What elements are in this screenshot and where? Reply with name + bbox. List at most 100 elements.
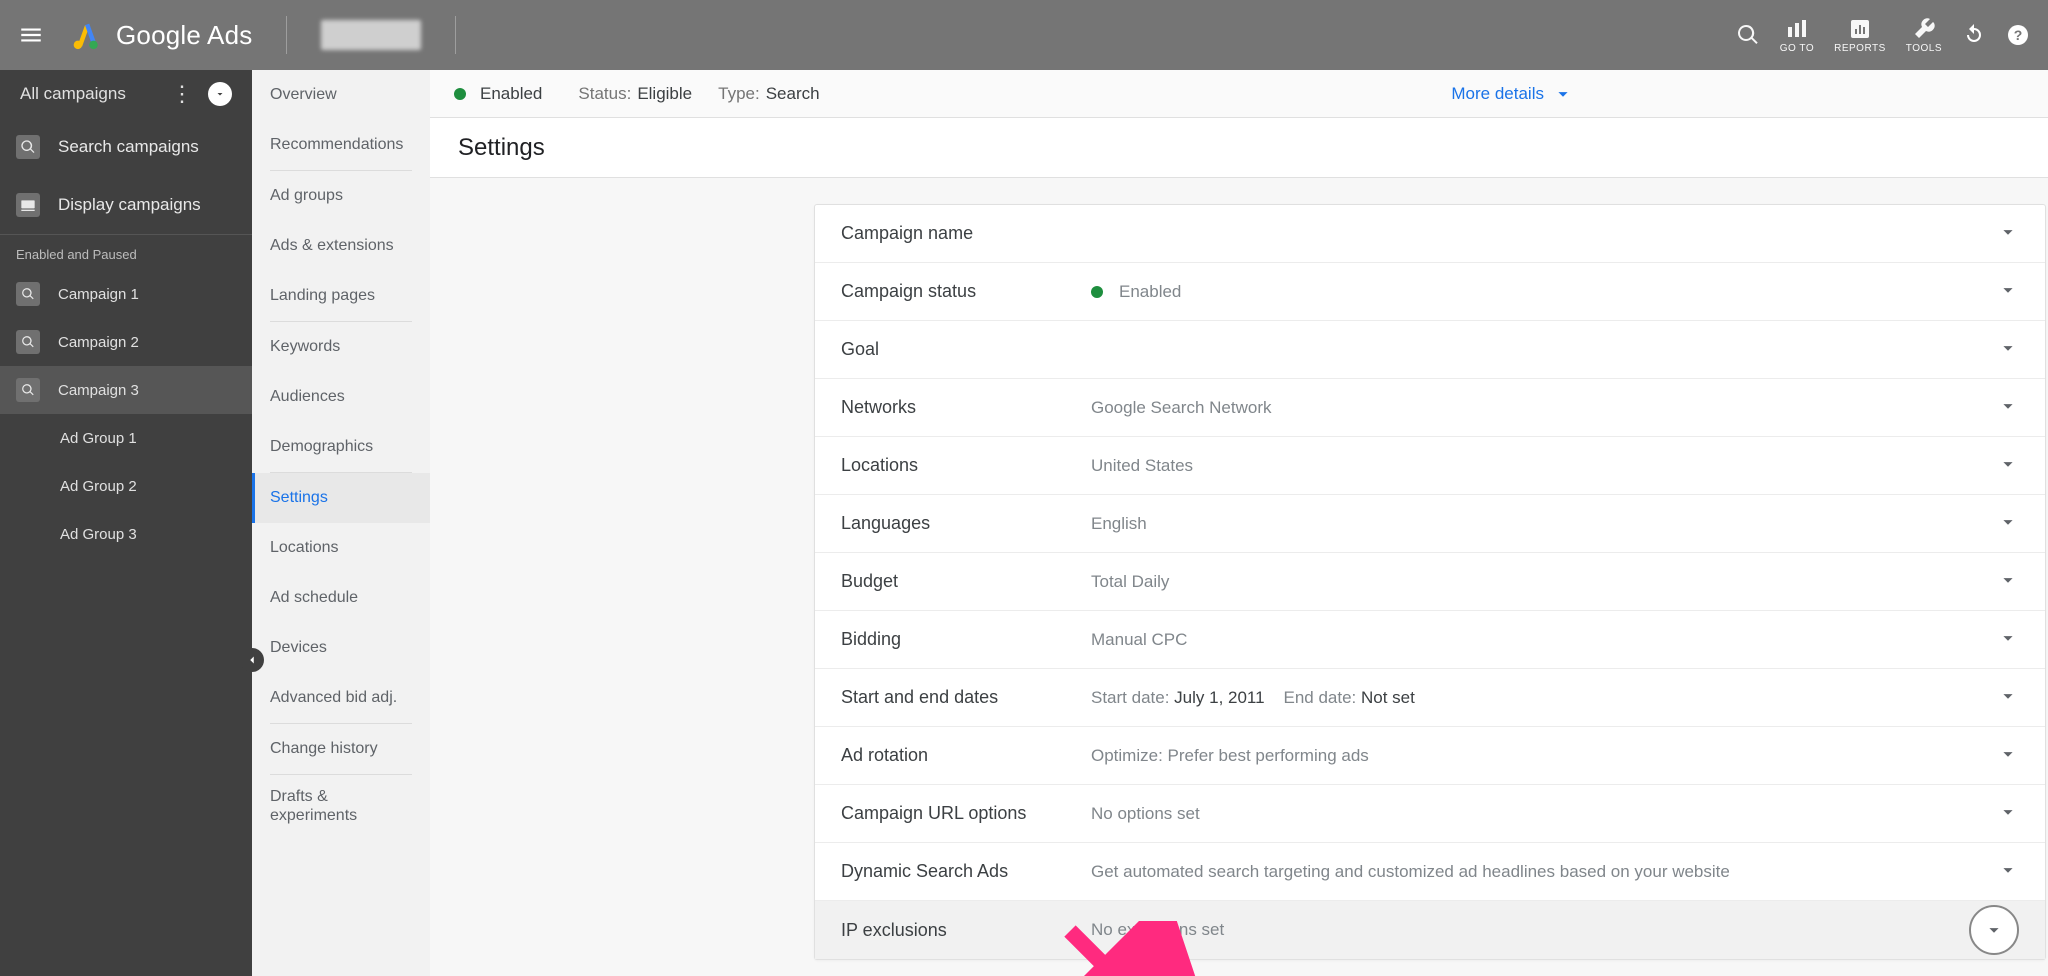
sidebar-item-search-campaigns[interactable]: Search campaigns (0, 118, 252, 176)
settings-scroll-area: Campaign nameCampaign statusEnabledGoalN… (430, 178, 2048, 976)
submenu-item[interactable]: Advanced bid adj. (252, 673, 430, 723)
settings-row-value: Google Search Network (1091, 398, 1997, 418)
settings-row-label: Start and end dates (841, 687, 1091, 708)
separator (455, 16, 456, 54)
sidebar-campaign-item[interactable]: Campaign 2 (0, 318, 252, 366)
more-details-toggle[interactable]: More details (1451, 83, 1574, 105)
settings-row[interactable]: BiddingManual CPC (815, 611, 2045, 669)
submenu-item[interactable]: Recommendations (252, 120, 430, 170)
hamburger-menu-icon[interactable] (8, 22, 54, 48)
page-title: Settings (430, 118, 2048, 178)
search-icon (16, 282, 40, 306)
settings-row-label: Campaign name (841, 223, 1091, 244)
submenu: OverviewRecommendationsAd groupsAds & ex… (252, 70, 430, 976)
settings-row-label: Budget (841, 571, 1091, 592)
settings-row-value: Total Daily (1091, 572, 1997, 592)
app-topbar: Google Ads GO TO REPORTS TOOLS ? (0, 0, 2048, 70)
refresh-icon (1962, 23, 1986, 47)
refresh-button[interactable] (1952, 23, 1996, 47)
main-content: Enabled Status: Eligible Type: Search Mo… (430, 70, 2048, 976)
settings-row-value: Get automated search targeting and custo… (1091, 862, 1997, 882)
wrench-icon (1912, 17, 1936, 41)
settings-row-value: United States (1091, 456, 1997, 476)
chevron-down-icon (1997, 743, 2019, 765)
brand-name: Google Ads (116, 20, 252, 51)
chevron-down-icon (1997, 221, 2019, 243)
search-icon (16, 330, 40, 354)
collapse-submenu-icon[interactable] (240, 648, 264, 672)
submenu-item[interactable]: Ad groups (252, 171, 430, 221)
settings-row-value: Enabled (1091, 282, 1997, 302)
main-shell: All campaigns ⋮ Search campaigns Display… (0, 70, 2048, 976)
submenu-item[interactable]: Locations (252, 523, 430, 573)
chevron-down-icon (1997, 859, 2019, 881)
search-button[interactable] (1726, 23, 1770, 47)
settings-row-label: Campaign status (841, 281, 1091, 302)
chevron-down-icon (1552, 83, 1574, 105)
nav-sidebar: All campaigns ⋮ Search campaigns Display… (0, 70, 252, 976)
submenu-item[interactable]: Settings (252, 473, 430, 523)
submenu-item[interactable]: Landing pages (252, 271, 430, 321)
more-menu-icon[interactable]: ⋮ (165, 81, 200, 107)
tools-button[interactable]: TOOLS (1896, 17, 1952, 54)
reports-button[interactable]: REPORTS (1824, 17, 1896, 54)
help-button[interactable]: ? (1996, 23, 2040, 47)
submenu-item[interactable]: Devices (252, 623, 430, 673)
svg-text:?: ? (2014, 27, 2023, 43)
sidebar-campaign-item[interactable]: Campaign 1 (0, 270, 252, 318)
status-dot-icon (1091, 286, 1103, 298)
submenu-item[interactable]: Overview (252, 70, 430, 120)
settings-row-label: Ad rotation (841, 745, 1091, 766)
submenu-item[interactable]: Ad schedule (252, 573, 430, 623)
sidebar-item-display-campaigns[interactable]: Display campaigns (0, 176, 252, 234)
settings-row[interactable]: BudgetTotal Daily (815, 553, 2045, 611)
chevron-down-icon (1997, 685, 2019, 707)
status-enabled-label: Enabled (480, 84, 542, 104)
sidebar-adgroup-item[interactable]: Ad Group 1 (0, 414, 252, 462)
sidebar-adgroup-item[interactable]: Ad Group 2 (0, 462, 252, 510)
settings-row-value: Start date: July 1, 2011 End date: Not s… (1091, 688, 1997, 708)
settings-row[interactable]: Dynamic Search AdsGet automated search t… (815, 843, 2045, 901)
settings-row-value: English (1091, 514, 1997, 534)
settings-row[interactable]: Goal (815, 321, 2045, 379)
settings-row-label: Locations (841, 455, 1091, 476)
settings-row[interactable]: Campaign URL optionsNo options set (815, 785, 2045, 843)
status-value: Eligible (637, 84, 692, 104)
settings-row[interactable]: Start and end datesStart date: July 1, 2… (815, 669, 2045, 727)
settings-row[interactable]: LanguagesEnglish (815, 495, 2045, 553)
goto-button[interactable]: GO TO (1770, 17, 1824, 54)
chevron-down-icon (1997, 801, 2019, 823)
submenu-item[interactable]: Drafts &experiments (252, 775, 430, 837)
settings-row-label: Networks (841, 397, 1091, 418)
submenu-item[interactable]: Audiences (252, 372, 430, 422)
settings-row[interactable]: Campaign name (815, 205, 2045, 263)
chevron-down-icon (1997, 511, 2019, 533)
sidebar-campaign-item[interactable]: Campaign 3 (0, 366, 252, 414)
collapse-nav-icon[interactable] (208, 82, 232, 106)
settings-row-label: Dynamic Search Ads (841, 861, 1091, 882)
account-name-redacted (321, 20, 421, 50)
sidebar-section-label: Enabled and Paused (0, 235, 252, 270)
settings-row-label: IP exclusions (841, 920, 1091, 941)
settings-row-value: Optimize: Prefer best performing ads (1091, 746, 1997, 766)
sidebar-adgroup-item[interactable]: Ad Group 3 (0, 510, 252, 558)
settings-row[interactable]: NetworksGoogle Search Network (815, 379, 2045, 437)
settings-row[interactable]: Ad rotationOptimize: Prefer best perform… (815, 727, 2045, 785)
display-icon (16, 193, 40, 217)
chevron-down-icon (1997, 569, 2019, 591)
settings-row-value: No exclusions set (1091, 920, 1969, 940)
settings-row[interactable]: IP exclusionsNo exclusions set (815, 901, 2045, 959)
submenu-item[interactable]: Change history (252, 724, 430, 774)
expand-ip-exclusions[interactable] (1969, 905, 2019, 955)
type-label: Type: (718, 84, 760, 104)
all-campaigns-header[interactable]: All campaigns ⋮ (0, 70, 252, 118)
search-icon (1736, 23, 1760, 47)
settings-row[interactable]: LocationsUnited States (815, 437, 2045, 495)
settings-row[interactable]: Campaign statusEnabled (815, 263, 2045, 321)
google-ads-logo-icon (68, 18, 102, 52)
reports-icon (1848, 17, 1872, 41)
submenu-item[interactable]: Keywords (252, 322, 430, 372)
submenu-item[interactable]: Ads & extensions (252, 221, 430, 271)
submenu-item[interactable]: Demographics (252, 422, 430, 472)
type-value: Search (766, 84, 820, 104)
